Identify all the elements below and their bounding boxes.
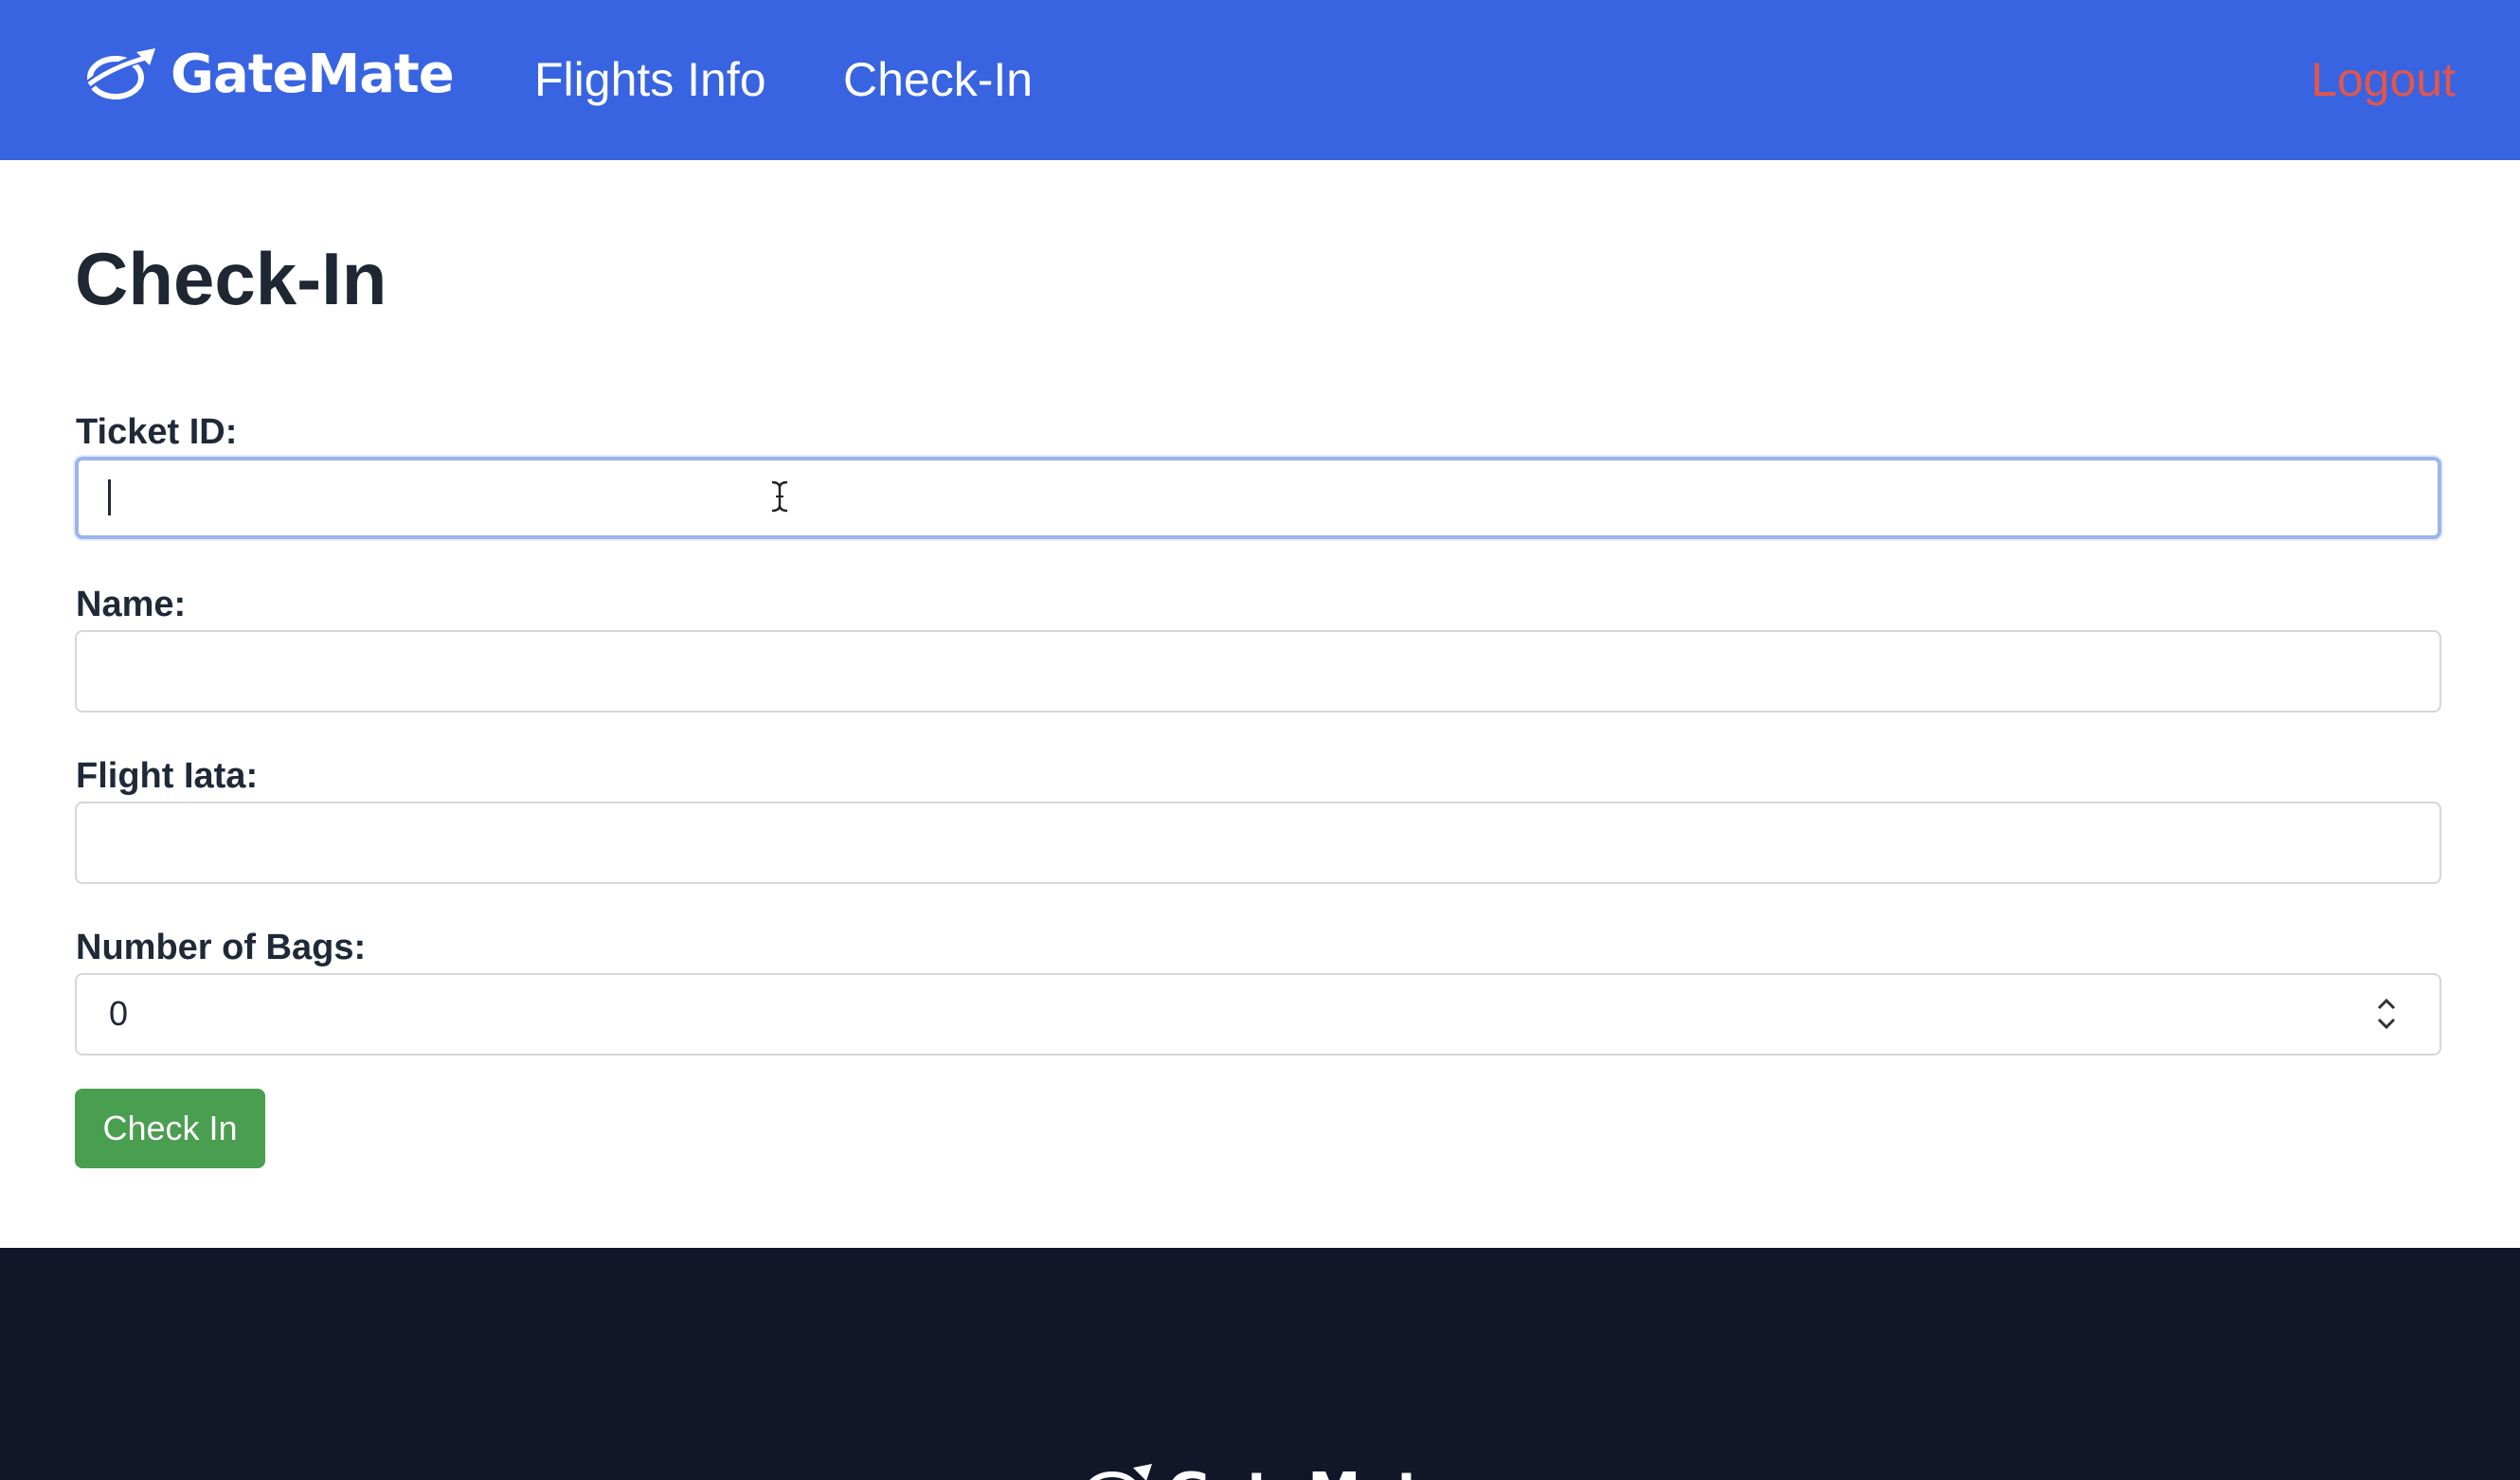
logout-link[interactable]: Logout — [2311, 49, 2456, 110]
number-spinner-icon[interactable] — [2370, 993, 2403, 1035]
nav-check-in[interactable]: Check-In — [843, 49, 1033, 110]
plane-orbit-icon — [1080, 1462, 1154, 1480]
brand-name: GateMate — [171, 44, 455, 105]
bags-label: Number of Bags: — [76, 928, 367, 967]
site-footer: GateMate — [0, 1248, 2520, 1480]
footer-brand: GateMate — [1080, 1462, 1458, 1480]
footer-brand-name: GateMate — [1167, 1466, 1458, 1480]
bags-number-input[interactable] — [75, 973, 2441, 1056]
top-navbar: GateMate Flights Info Check-In Logout — [0, 0, 2520, 160]
name-input[interactable] — [75, 630, 2441, 713]
ticket-id-input[interactable] — [75, 457, 2441, 539]
nav-flights-info[interactable]: Flights Info — [534, 49, 766, 110]
text-cursor-icon — [769, 480, 790, 517]
brand-logo-link[interactable]: GateMate — [83, 42, 455, 108]
page-title: Check-In — [75, 237, 387, 320]
plane-orbit-icon — [83, 46, 157, 103]
flight-iata-label: Flight Iata: — [76, 756, 259, 796]
ticket-id-label: Ticket ID: — [76, 412, 238, 452]
name-label: Name: — [76, 585, 187, 624]
text-caret — [108, 479, 111, 515]
flight-iata-input[interactable] — [75, 802, 2441, 884]
main-content: Check-In Ticket ID: Name: Flight Iata: N… — [0, 160, 2520, 1248]
check-in-button[interactable]: Check In — [75, 1089, 265, 1168]
bags-value: 0 — [109, 994, 129, 1033]
